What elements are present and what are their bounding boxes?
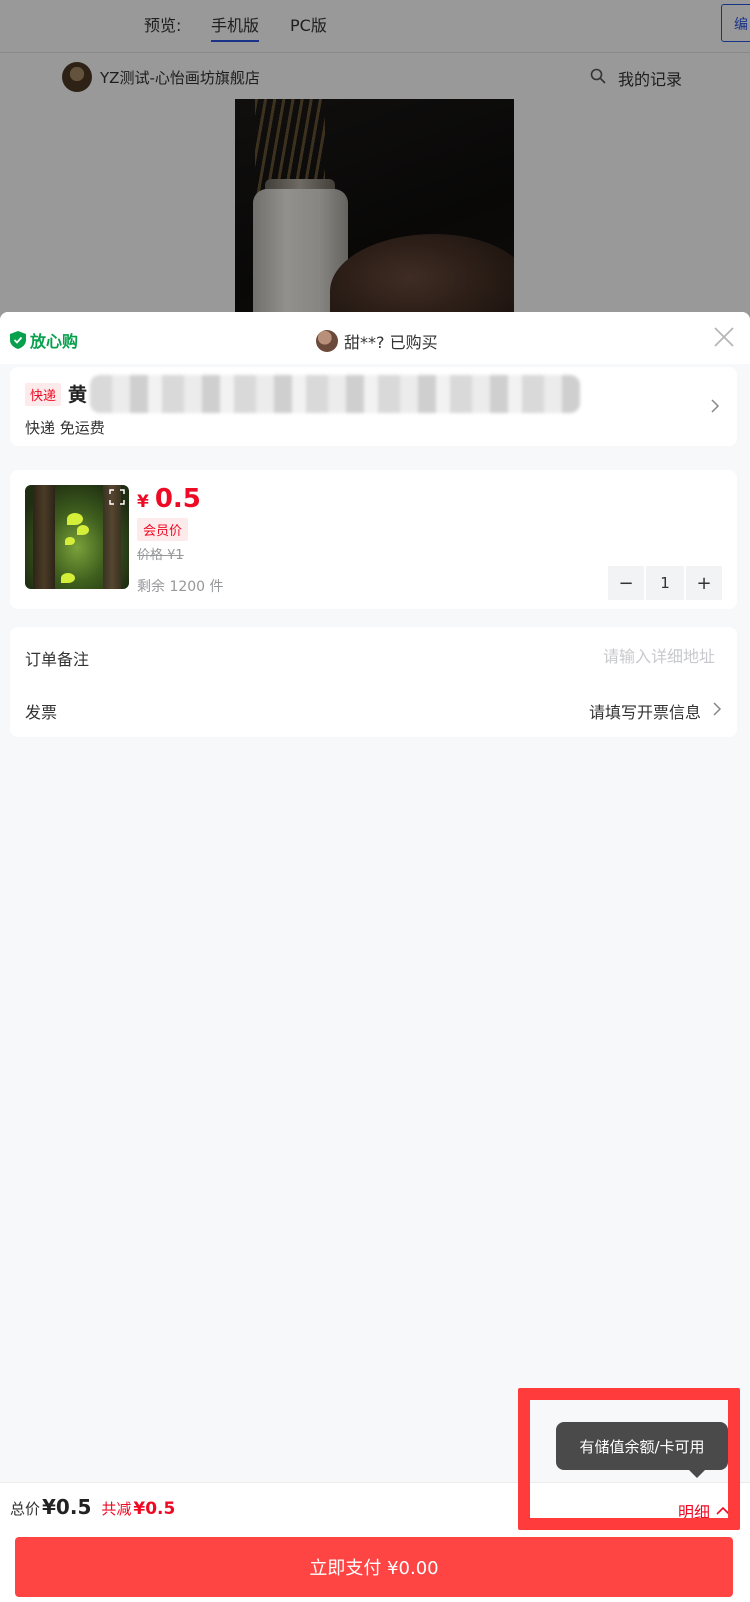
- remark-row: 订单备注: [10, 630, 737, 682]
- address-card[interactable]: 快递 黄 快递 免运费: [10, 367, 737, 446]
- chevron-right-icon: [713, 702, 722, 716]
- quantity-input[interactable]: 1: [646, 566, 684, 600]
- zoom-icon[interactable]: [109, 489, 125, 505]
- shield-icon: [10, 331, 26, 349]
- buyer-text: 甜**? 已购买: [344, 333, 438, 352]
- remark-input[interactable]: [415, 644, 715, 668]
- invoice-row[interactable]: 发票 请填写开票信息: [10, 683, 737, 735]
- address-redacted: [90, 375, 580, 413]
- pay-now-button[interactable]: 立即支付 ¥0.00: [15, 1537, 733, 1597]
- original-price: 价格 ¥1: [137, 548, 184, 563]
- goods-price: ¥0.5: [137, 484, 201, 514]
- total-label: 总价: [10, 1500, 41, 1518]
- modal-overlay[interactable]: [0, 0, 750, 320]
- sheet-header: 放心购 甜**? 已购买: [0, 312, 750, 364]
- price-summary: 总价 ¥0.5 共减 ¥0.5: [10, 1495, 175, 1519]
- delivery-tag: 快递: [25, 383, 62, 406]
- member-price-tag: 会员价: [137, 518, 189, 541]
- remark-label: 订单备注: [25, 650, 90, 669]
- discount-value: ¥0.5: [133, 1499, 176, 1519]
- buyer-avatar: [316, 330, 338, 352]
- invoice-value: 请填写开票信息: [588, 703, 701, 722]
- order-form: 订单备注 发票 请填写开票信息: [10, 627, 737, 737]
- recipient-name: 黄: [68, 384, 88, 406]
- goods-thumbnail[interactable]: [25, 485, 129, 589]
- assurance-badge: 放心购: [10, 328, 78, 352]
- chevron-right-icon: [711, 399, 720, 413]
- shipping-info: 快递 免运费: [25, 419, 105, 437]
- goods-card: ¥0.5 会员价 价格 ¥1 剩余 1200 件 − 1 +: [10, 470, 737, 609]
- close-icon[interactable]: [713, 326, 735, 348]
- quantity-stepper: − 1 +: [608, 566, 722, 600]
- assurance-label: 放心购: [30, 332, 79, 351]
- increase-button[interactable]: +: [686, 566, 722, 600]
- invoice-label: 发票: [25, 703, 58, 722]
- annotation-highlight-box: [518, 1388, 740, 1530]
- recent-buyer: 甜**? 已购买: [316, 329, 438, 353]
- total-value: ¥0.5: [42, 1495, 92, 1519]
- decrease-button[interactable]: −: [608, 566, 644, 600]
- discount-label: 共减: [101, 1500, 132, 1518]
- stock-remaining: 剩余 1200 件: [137, 579, 224, 595]
